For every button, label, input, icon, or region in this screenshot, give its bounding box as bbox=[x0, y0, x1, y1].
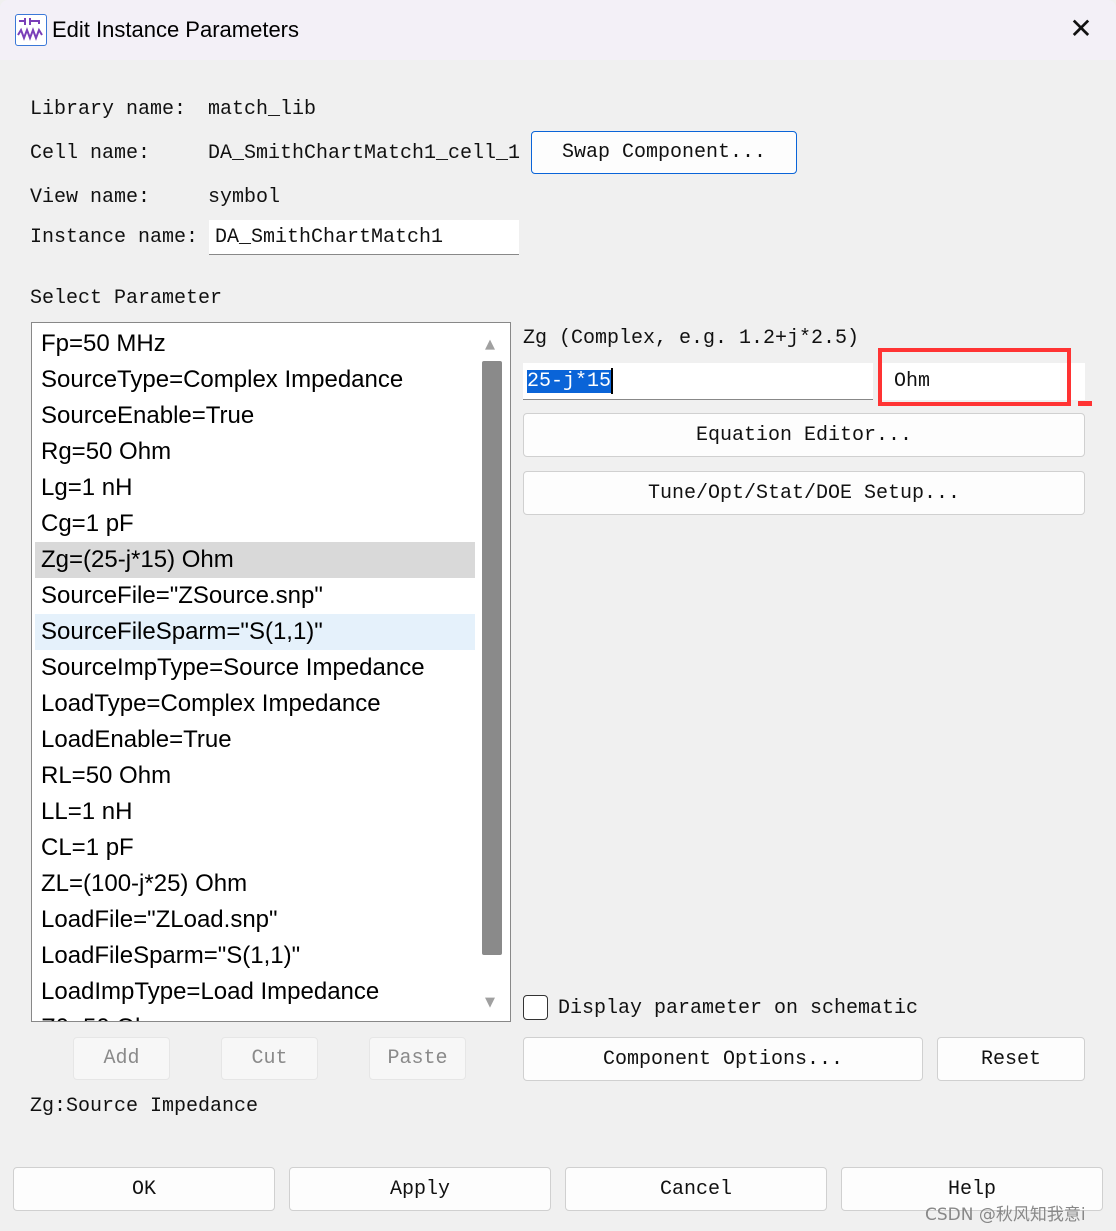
close-icon[interactable]: ✕ bbox=[1066, 14, 1096, 44]
equation-editor-button[interactable]: Equation Editor... bbox=[523, 413, 1085, 457]
display-parameter-checkbox[interactable] bbox=[523, 995, 548, 1020]
tune-opt-setup-button[interactable]: Tune/Opt/Stat/DOE Setup... bbox=[523, 471, 1085, 515]
library-name-value: match_lib bbox=[208, 98, 317, 121]
parameter-list-item[interactable]: LoadEnable=True bbox=[35, 722, 475, 758]
parameter-list-item[interactable]: RL=50 Ohm bbox=[35, 758, 475, 794]
parameter-list-item[interactable]: Lg=1 nH bbox=[35, 470, 475, 506]
parameter-list-item[interactable]: SourceEnable=True bbox=[35, 398, 475, 434]
parameter-value-input[interactable]: 25-j*15 bbox=[523, 363, 873, 400]
parameter-list[interactable]: Fp=50 MHz SourceType=Complex Impedance Sou… bbox=[31, 322, 511, 1022]
parameter-list-item[interactable]: SourceFileSparm="S(1,1)" bbox=[35, 614, 475, 650]
parameter-list-item[interactable]: LoadType=Complex Impedance bbox=[35, 686, 475, 722]
highlight-mark bbox=[1078, 401, 1092, 406]
apply-button[interactable]: Apply bbox=[289, 1167, 551, 1211]
component-options-button[interactable]: Component Options... bbox=[523, 1037, 923, 1081]
parameter-list-item[interactable]: Rg=50 Ohm bbox=[35, 434, 475, 470]
highlight-box bbox=[878, 348, 1071, 406]
parameter-list-item[interactable]: LoadFile="ZLoad.snp" bbox=[35, 902, 475, 938]
library-name-label: Library name: bbox=[30, 98, 187, 121]
swap-component-button[interactable]: Swap Component... bbox=[531, 131, 797, 174]
parameter-list-item[interactable]: Fp=50 MHz bbox=[35, 326, 475, 362]
instance-name-label: Instance name: bbox=[30, 226, 199, 249]
parameter-hint-label: Zg (Complex, e.g. 1.2+j*2.5) bbox=[523, 327, 860, 350]
scroll-down-icon[interactable]: ▼ bbox=[485, 995, 495, 1010]
parameter-list-item[interactable]: SourceImpType=Source Impedance bbox=[35, 650, 475, 686]
view-name-value: symbol bbox=[208, 186, 281, 209]
cut-button[interactable]: Cut bbox=[221, 1037, 318, 1080]
parameter-list-item[interactable]: CL=1 pF bbox=[35, 830, 475, 866]
scroll-up-icon[interactable]: ▲ bbox=[485, 337, 495, 352]
display-parameter-label: Display parameter on schematic bbox=[558, 997, 919, 1020]
schematic-app-icon bbox=[15, 14, 47, 46]
parameter-list-item[interactable]: Cg=1 pF bbox=[35, 506, 475, 542]
cancel-button[interactable]: Cancel bbox=[565, 1167, 827, 1211]
select-parameter-label: Select Parameter bbox=[30, 287, 223, 310]
watermark: CSDN @秋风知我意i bbox=[925, 1205, 1086, 1225]
cell-name-value: DA_SmithChartMatch1_cell_1 bbox=[208, 142, 521, 165]
instance-name-input[interactable]: DA_SmithChartMatch1 bbox=[209, 220, 519, 255]
ok-button[interactable]: OK bbox=[13, 1167, 275, 1211]
paste-button[interactable]: Paste bbox=[369, 1037, 466, 1080]
parameter-list-item[interactable]: LoadFileSparm="S(1,1)" bbox=[35, 938, 475, 974]
parameter-list-item[interactable]: Zg=(25-j*15) Ohm bbox=[35, 542, 475, 578]
add-button[interactable]: Add bbox=[73, 1037, 170, 1080]
selected-text: 25-j*15 bbox=[527, 369, 612, 393]
parameter-list-item[interactable]: ZL=(100-j*25) Ohm bbox=[35, 866, 475, 902]
status-text: Zg:Source Impedance bbox=[30, 1095, 259, 1118]
parameter-list-item[interactable]: Z0=50 Ohm bbox=[35, 1010, 475, 1021]
view-name-label: View name: bbox=[30, 186, 151, 209]
scrollbar-thumb[interactable] bbox=[482, 361, 502, 955]
parameter-list-item[interactable]: SourceFile="ZSource.snp" bbox=[35, 578, 475, 614]
window-title: Edit Instance Parameters bbox=[52, 17, 300, 42]
parameter-list-item[interactable]: LL=1 nH bbox=[35, 794, 475, 830]
scrollbar[interactable]: ▲ ▼ bbox=[480, 325, 504, 1019]
parameter-list-item[interactable]: LoadImpType=Load Impedance bbox=[35, 974, 475, 1010]
parameter-list-item[interactable]: SourceType=Complex Impedance bbox=[35, 362, 475, 398]
cell-name-label: Cell name: bbox=[30, 142, 151, 165]
reset-button[interactable]: Reset bbox=[937, 1037, 1085, 1081]
